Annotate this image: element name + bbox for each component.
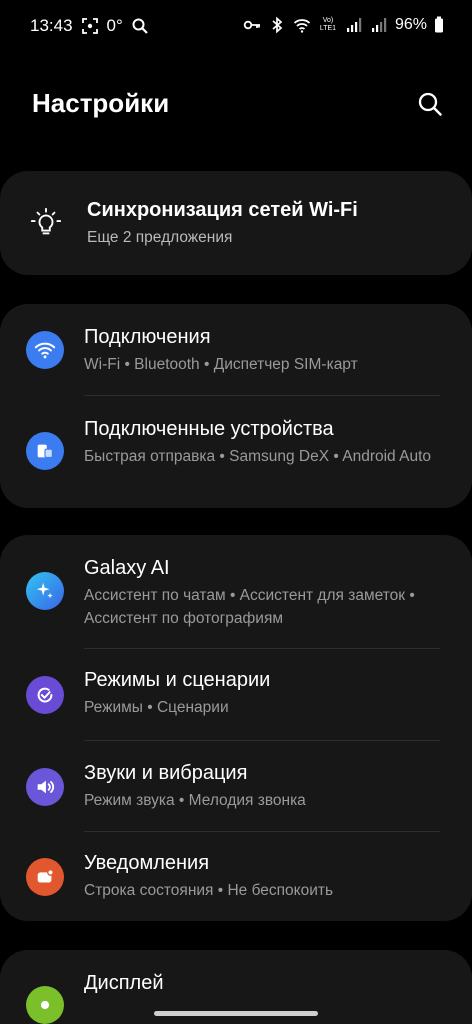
status-temperature: 0° (106, 16, 123, 35)
search-button[interactable] (414, 88, 446, 120)
settings-item-title: Galaxy AI (84, 557, 170, 579)
notifications-icon (26, 858, 64, 896)
modes-check-icon (26, 676, 64, 714)
search-icon (418, 92, 442, 116)
settings-item-title: Дисплей (84, 972, 164, 994)
signal-icon-2 (370, 16, 388, 34)
wifi-sync-suggestion-card[interactable]: Синхронизация сетей Wi-Fi Еще 2 предложе… (0, 171, 472, 275)
settings-item-notifications[interactable]: Уведомления Строка состояния • Не беспок… (0, 832, 472, 921)
settings-item-title: Подключения (84, 326, 211, 348)
wifi-icon (26, 331, 64, 369)
battery-icon (434, 16, 444, 34)
galaxy-ai-sparkle-icon (26, 572, 64, 610)
volume-icon (26, 768, 64, 806)
connected-devices-icon (26, 432, 64, 470)
settings-item-connected-devices[interactable]: Подключенные устройства Быстрая отправка… (0, 396, 472, 508)
bluetooth-icon (268, 16, 286, 34)
status-bar: 13:43 0° Vo) LTE1 96% (0, 0, 472, 52)
page-title: Настройки (32, 88, 170, 118)
connections-card: Подключения Wi-Fi • Bluetooth • Диспетче… (0, 304, 472, 508)
settings-item-title: Звуки и вибрация (84, 762, 248, 784)
settings-item-subtitle: Wi-Fi • Bluetooth • Диспетчер SIM-карт (84, 356, 358, 373)
key-icon (243, 16, 261, 34)
volte-label: Vo) LTE1 (319, 17, 337, 32)
settings-item-modes-routines[interactable]: Режимы и сценарии Режимы • Сценарии (0, 649, 472, 740)
status-time: 13:43 (30, 16, 73, 35)
settings-item-subtitle: Строка состояния • Не беспокоить (84, 882, 334, 899)
settings-item-title: Режимы и сценарии (84, 669, 271, 691)
settings-item-title: Подключенные устройства (84, 418, 334, 440)
wifi-status-icon (293, 16, 311, 34)
status-left: 13:43 0° (30, 16, 149, 36)
wifi-sync-title: Синхронизация сетей Wi-Fi (87, 199, 358, 221)
screenshot-icon (81, 17, 99, 35)
home-indicator[interactable] (154, 1011, 318, 1016)
settings-item-subtitle: Быстрая отправка • Samsung DeX • Android… (84, 448, 432, 465)
wifi-sync-subtitle: Еще 2 предложения (87, 229, 233, 246)
settings-item-subtitle: Режим звука • Мелодия звонка (84, 792, 306, 809)
features-card: Galaxy AI Ассистент по чатам • Ассистент… (0, 535, 472, 921)
battery-percent: 96% (394, 16, 427, 33)
header: Настройки (0, 84, 472, 128)
signal-icon-1 (345, 16, 363, 34)
settings-item-subtitle: Режимы • Сценарии (84, 699, 229, 716)
display-sun-icon (26, 986, 64, 1024)
settings-item-subtitle: Ассистент по чатам • Ассистент для замет… (84, 587, 415, 627)
settings-item-galaxy-ai[interactable]: Galaxy AI Ассистент по чатам • Ассистент… (0, 535, 472, 648)
settings-item-title: Уведомления (84, 852, 210, 874)
lightbulb-icon (28, 205, 64, 241)
status-right: Vo) LTE1 96% (243, 16, 444, 34)
settings-item-connections[interactable]: Подключения Wi-Fi • Bluetooth • Диспетче… (0, 304, 472, 396)
settings-item-sounds-vibration[interactable]: Звуки и вибрация Режим звука • Мелодия з… (0, 741, 472, 832)
search-status-icon (131, 17, 149, 35)
